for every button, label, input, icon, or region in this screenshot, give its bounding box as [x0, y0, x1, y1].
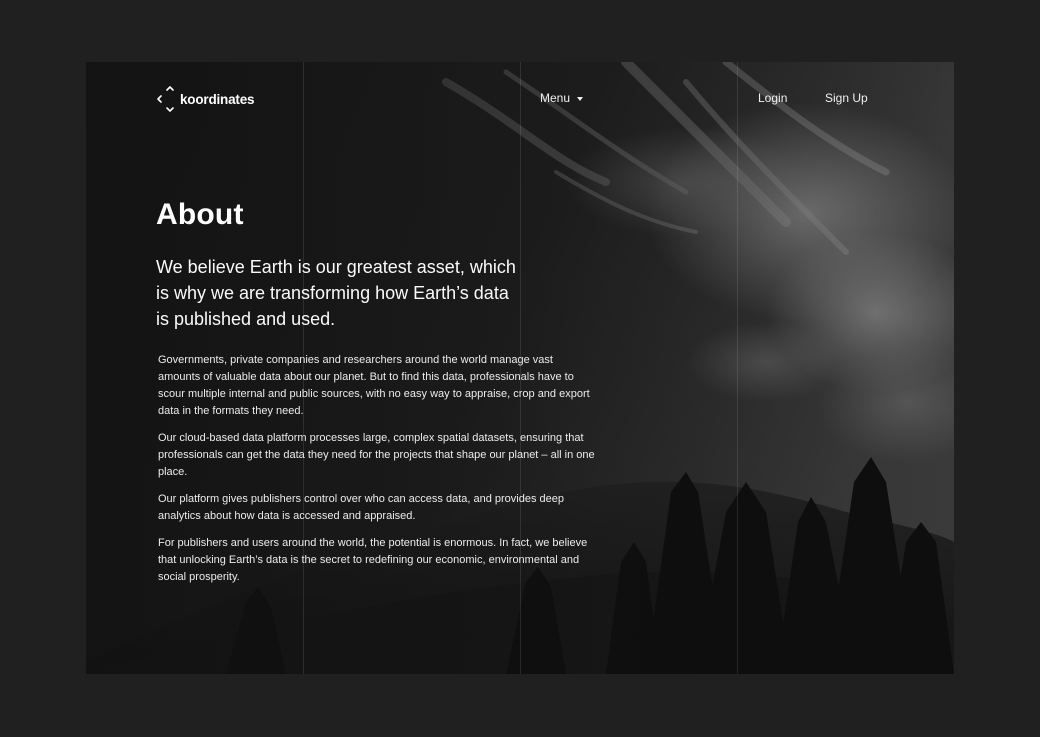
menu-dropdown[interactable]: Menu: [540, 91, 584, 105]
body-paragraph: Our platform gives publishers control ov…: [158, 493, 564, 522]
menu-label: Menu: [540, 91, 571, 105]
signup-link[interactable]: Sign Up: [825, 91, 868, 105]
top-navigation: koordinates Menu Login Sign Up: [86, 62, 954, 134]
caret-down-icon: [577, 96, 584, 101]
grid-divider: [737, 62, 738, 674]
page-title: About: [156, 198, 244, 231]
login-link[interactable]: Login: [758, 91, 787, 105]
brand-name: koordinates: [180, 91, 255, 107]
hero-section: koordinates Menu Login Sign Up About We …: [86, 62, 954, 674]
body-paragraph: Governments, private companies and resea…: [158, 354, 590, 417]
body-paragraph: Our cloud-based data platform processes …: [158, 432, 595, 478]
lead-statement: We believe Earth is our greatest asset, …: [156, 257, 516, 329]
about-content: About We believe Earth is our greatest a…: [156, 198, 606, 596]
body-paragraph: For publishers and users around the worl…: [158, 537, 588, 583]
brand-logo[interactable]: koordinates: [156, 84, 255, 114]
